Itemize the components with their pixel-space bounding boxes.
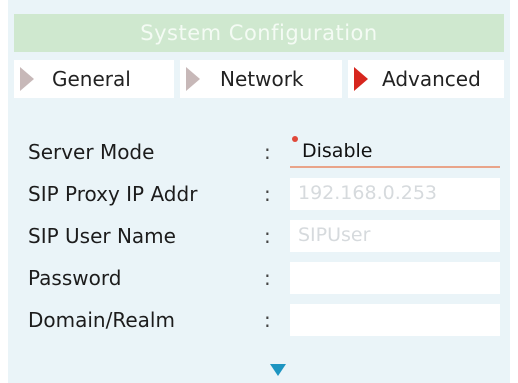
separator: : xyxy=(264,308,271,332)
row-sip-proxy: SIP Proxy IP Addr : 192.168.0.253 xyxy=(14,174,504,214)
tab-network-label: Network xyxy=(220,67,304,91)
sip-proxy-ip-value: 192.168.0.253 xyxy=(298,182,438,204)
focus-dot-icon xyxy=(292,136,298,142)
server-mode-select[interactable]: Disable xyxy=(290,136,500,168)
server-mode-label: Server Mode xyxy=(28,140,155,164)
row-password: Password : xyxy=(14,258,504,298)
server-mode-value: Disable xyxy=(302,140,373,162)
row-domain-realm: Domain/Realm : xyxy=(14,300,504,340)
password-label: Password xyxy=(28,266,122,290)
row-sip-user: SIP User Name : SIPUser xyxy=(14,216,504,256)
sip-user-label: SIP User Name xyxy=(28,224,176,248)
triangle-down-icon[interactable] xyxy=(270,364,286,376)
row-server-mode: Server Mode : Disable xyxy=(14,132,504,172)
sip-user-name-input[interactable]: SIPUser xyxy=(290,220,500,252)
password-input[interactable] xyxy=(290,262,500,294)
advanced-settings-form: Server Mode : Disable SIP Proxy IP Addr … xyxy=(14,112,504,374)
triangle-right-icon xyxy=(186,67,200,91)
tab-general[interactable]: General xyxy=(14,60,174,98)
sip-user-name-value: SIPUser xyxy=(298,224,371,246)
tab-advanced-label: Advanced xyxy=(382,67,481,91)
tab-general-label: General xyxy=(52,67,131,91)
separator: : xyxy=(264,140,271,164)
sip-proxy-ip-input[interactable]: 192.168.0.253 xyxy=(290,178,500,210)
tab-advanced[interactable]: Advanced xyxy=(348,60,504,98)
domain-realm-input[interactable] xyxy=(290,304,500,336)
triangle-right-icon xyxy=(20,67,34,91)
sip-proxy-label: SIP Proxy IP Addr xyxy=(28,182,198,206)
window-title: System Configuration xyxy=(14,14,504,52)
domain-realm-label: Domain/Realm xyxy=(28,308,175,332)
triangle-right-icon xyxy=(354,67,368,91)
separator: : xyxy=(264,266,271,290)
tab-network[interactable]: Network xyxy=(180,60,342,98)
separator: : xyxy=(264,224,271,248)
separator: : xyxy=(264,182,271,206)
tab-bar: General Network Advanced xyxy=(14,60,504,98)
